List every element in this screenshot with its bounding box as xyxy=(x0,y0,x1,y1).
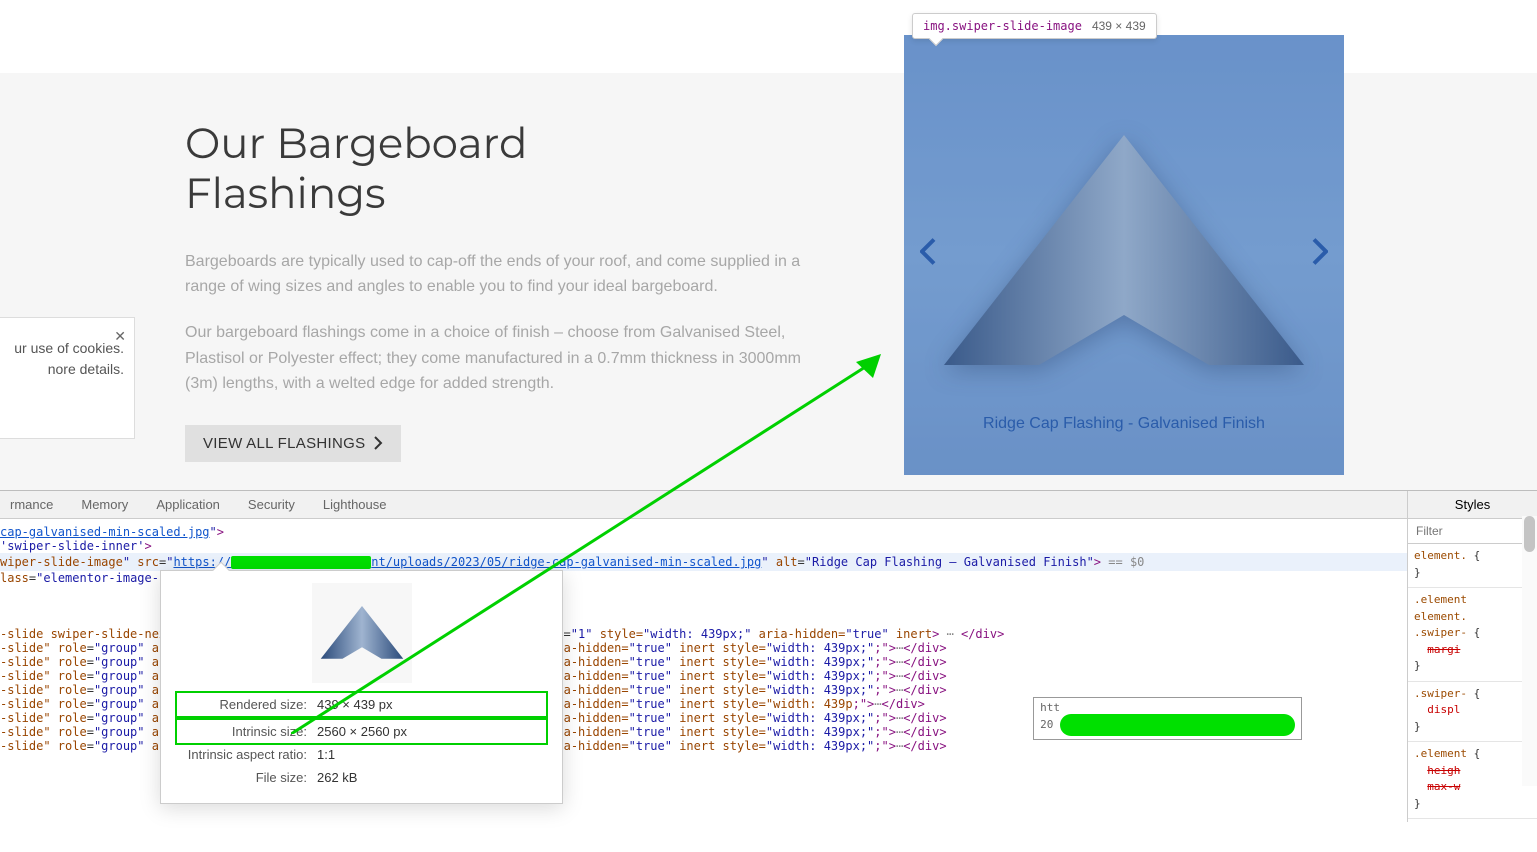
ridge-cap-image xyxy=(939,135,1309,375)
popover-label: Rendered size: xyxy=(179,697,307,712)
styles-rules[interactable]: element. {}.elementelement..swiper- { ma… xyxy=(1408,544,1537,822)
view-all-flashings-button[interactable]: VIEW ALL FLASHINGS xyxy=(185,425,401,462)
hero-description: Bargeboards are typically used to cap-of… xyxy=(185,249,830,397)
popover-label: Intrinsic aspect ratio: xyxy=(179,747,307,762)
carousel-wrap: img.swiper-slide-image 439 × 439 xyxy=(904,35,1344,475)
hero-p1: Bargeboards are typically used to cap-of… xyxy=(185,249,830,300)
cookie-text-2: nore details. xyxy=(0,359,124,380)
chevron-right-icon xyxy=(373,436,383,450)
url-tip-l1: htt xyxy=(1040,701,1060,714)
dom-link[interactable]: cap-galvanised-min-scaled.jpg xyxy=(0,525,210,539)
url-tooltip: htt 20 xyxy=(1033,697,1302,740)
intrinsic-size-highlight: Intrinsic size: 2560 × 2560 px xyxy=(175,718,548,745)
styles-tab[interactable]: Styles xyxy=(1408,491,1537,519)
carousel-next-button[interactable] xyxy=(1304,230,1336,281)
rendered-size-highlight: Rendered size: 439 × 439 px xyxy=(175,691,548,718)
hero-section: Our Bargeboard Flashings Bargeboards are… xyxy=(0,73,1537,492)
dom-eq: == $0 xyxy=(1108,555,1144,569)
carousel-prev-button[interactable] xyxy=(912,230,944,281)
popover-thumbnail xyxy=(312,583,412,683)
dom-figclass: elementor-image-ca xyxy=(43,571,173,585)
devtools-tab[interactable]: Security xyxy=(248,497,295,512)
cookie-notice: ✕ ur use of cookies. nore details. xyxy=(0,317,135,439)
devtools-tab[interactable]: Lighthouse xyxy=(323,497,387,512)
styles-filter-input[interactable] xyxy=(1408,519,1537,544)
dom-alt: Ridge Cap Flashing – Galvanised Finish xyxy=(812,555,1087,569)
inspect-selector: img.swiper-slide-image xyxy=(923,19,1082,33)
popover-value: 1:1 xyxy=(317,747,335,762)
image-info-popover: Rendered size: 439 × 439 px Intrinsic siz… xyxy=(160,570,563,804)
devtools-tab[interactable]: rmance xyxy=(10,497,53,512)
devtools-tab[interactable]: Application xyxy=(156,497,220,512)
devtools-tab[interactable]: Memory xyxy=(81,497,128,512)
hero-title-line2: Flashings xyxy=(185,167,386,219)
popover-value: 439 × 439 px xyxy=(317,697,393,712)
popover-label: Intrinsic size: xyxy=(179,724,307,739)
redacted-url xyxy=(231,556,371,569)
chevron-right-icon xyxy=(1312,238,1328,266)
inspect-dimensions: 439 × 439 xyxy=(1092,19,1146,33)
dom-scrollbar[interactable] xyxy=(1522,516,1537,786)
carousel-caption[interactable]: Ridge Cap Flashing - Galvanised Finish xyxy=(904,415,1344,433)
chevron-left-icon xyxy=(920,238,936,266)
popover-value: 262 kB xyxy=(317,770,357,785)
styles-sidebar: Styles element. {}.elementelement..swipe… xyxy=(1407,491,1537,822)
close-icon[interactable]: ✕ xyxy=(114,326,126,347)
hero-button-label: VIEW ALL FLASHINGS xyxy=(203,435,365,452)
url-tip-l2: 20 xyxy=(1040,718,1053,731)
dom-class: swiper-slide-inner xyxy=(7,539,137,553)
hero-p2: Our bargeboard flashings come in a choic… xyxy=(185,320,830,397)
hero-title: Our Bargeboard Flashings xyxy=(185,118,830,219)
redacted-url xyxy=(1060,714,1295,736)
cookie-text-1: ur use of cookies. xyxy=(0,338,124,359)
popover-label: File size: xyxy=(179,770,307,785)
dom-src[interactable]: nt/uploads/2023/05/ridge-cap-galvanised-… xyxy=(371,555,761,569)
image-carousel: Ridge Cap Flashing - Galvanised Finish xyxy=(904,35,1344,475)
devtools-tabs: rmance Memory Application Security Light… xyxy=(0,491,1407,519)
element-inspect-badge: img.swiper-slide-image 439 × 439 xyxy=(912,13,1157,39)
hero-title-line1: Our Bargeboard xyxy=(185,117,527,169)
popover-value: 2560 × 2560 px xyxy=(317,724,407,739)
